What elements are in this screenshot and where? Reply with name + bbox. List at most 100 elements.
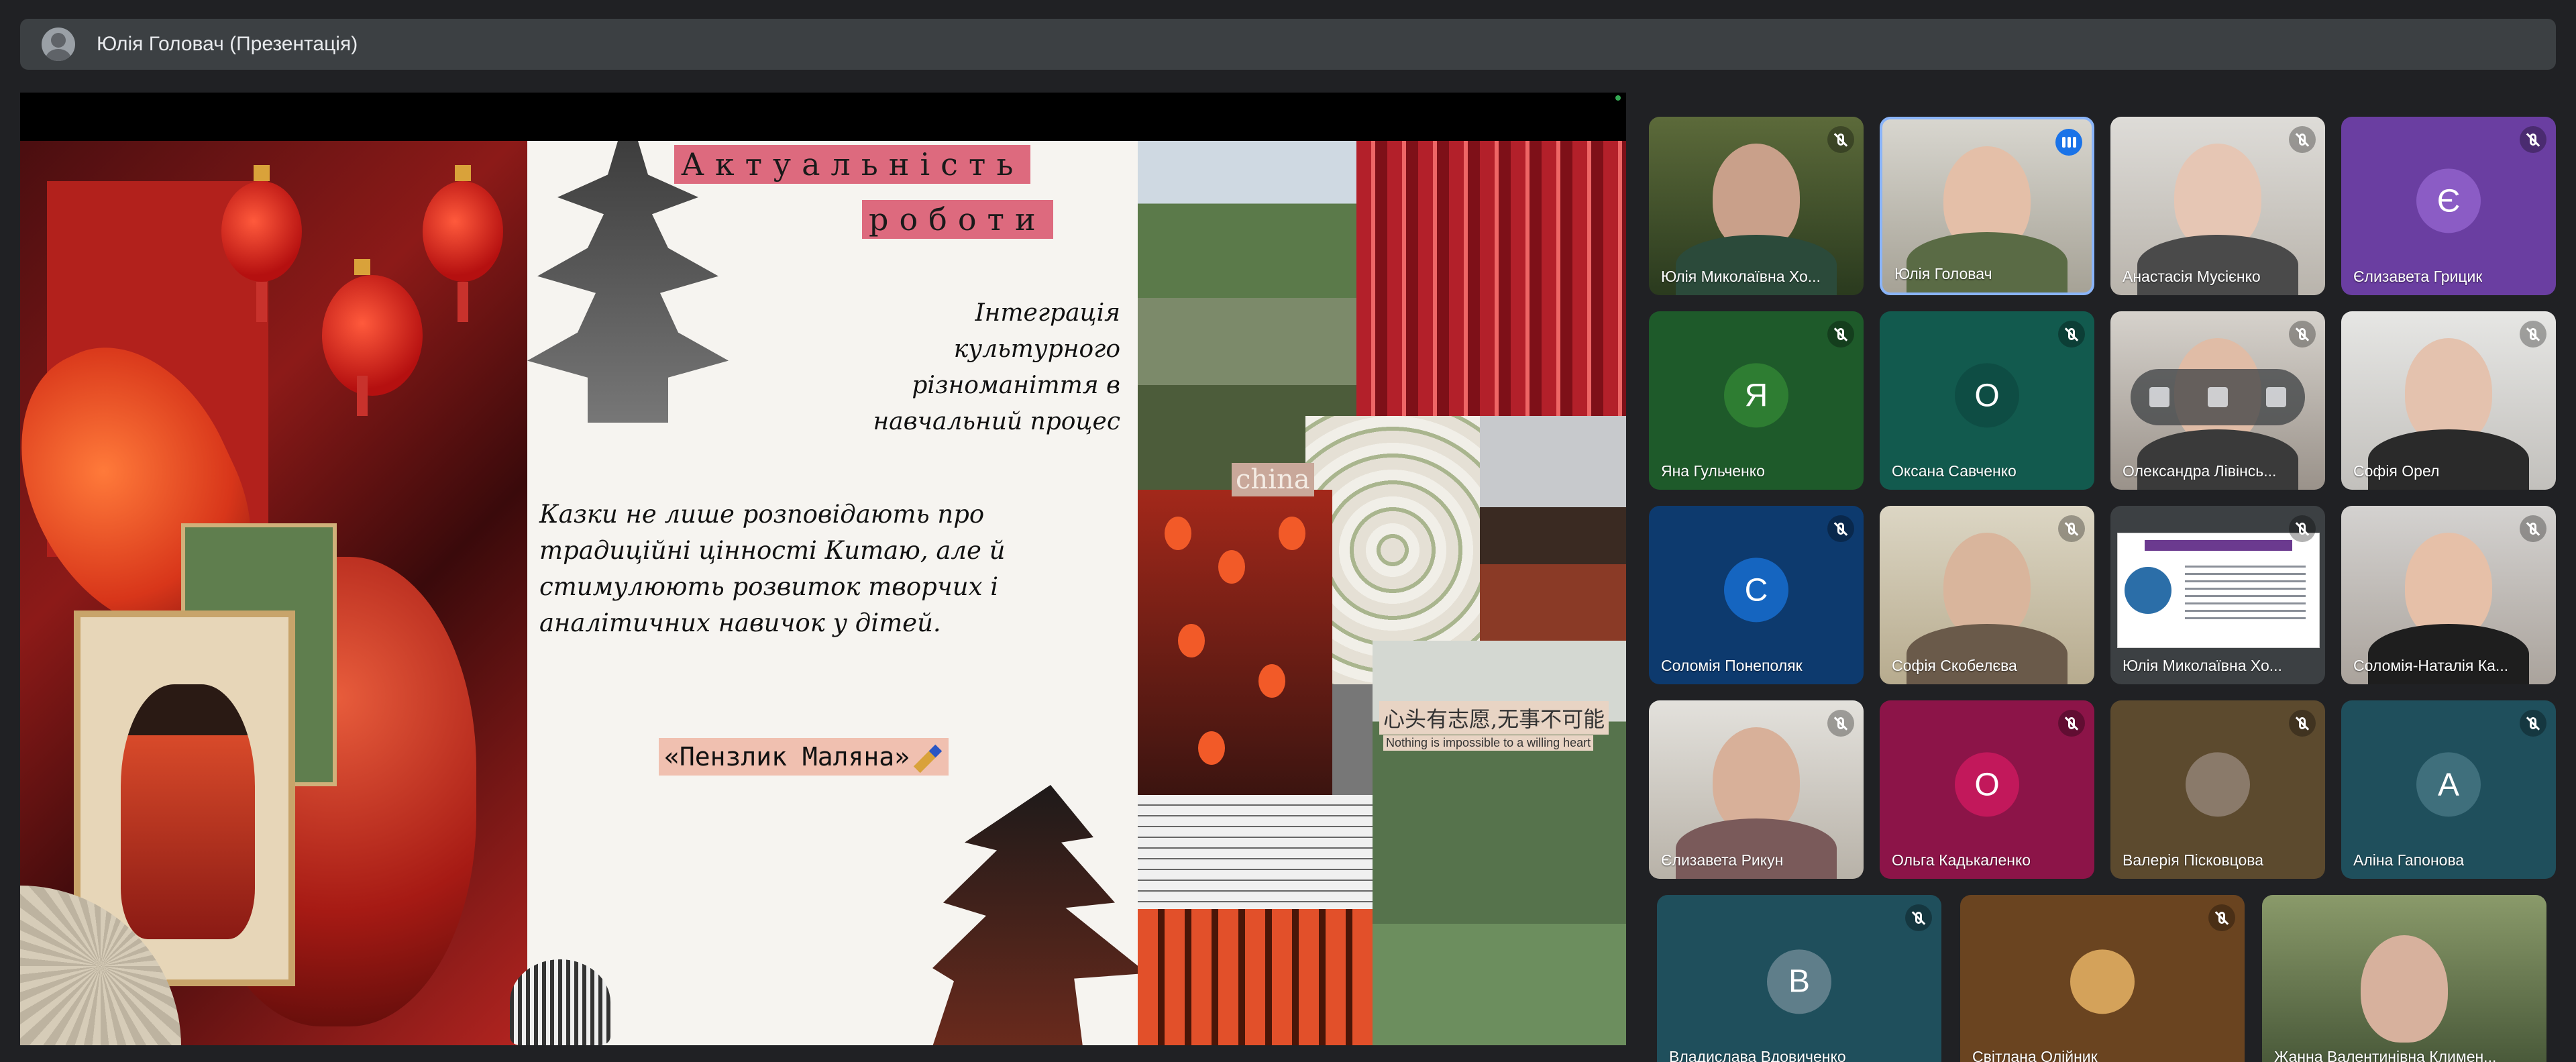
prayer-tags-image (1356, 141, 1626, 416)
participant-name: Юлія Миколаївна Хо... (2123, 657, 2282, 674)
mic-off-icon (2520, 126, 2546, 153)
participant-name: Світлана Олійник (1972, 1048, 2098, 1062)
presentation-slide: Актуальність роботи Інтеграція культурно… (20, 141, 1626, 1045)
temple-roof-image (1480, 416, 1626, 644)
mic-off-icon (2058, 515, 2085, 542)
participant-name: Софія Орел (2353, 462, 2440, 480)
participant-tile[interactable]: О Оксана Савченко (1880, 311, 2094, 490)
participant-avatar: В (1767, 949, 1831, 1014)
participant-body (1907, 232, 2068, 293)
tile-hover-controls[interactable] (2131, 369, 2305, 425)
participant-avatar: Я (1724, 363, 1788, 428)
project-name-label: «Пензлик Маляна» (659, 738, 949, 776)
more-options-icon[interactable] (2265, 387, 2286, 407)
mic-off-icon (2520, 515, 2546, 542)
torii-gates-image (1138, 909, 1373, 1045)
participant-tile[interactable]: Єлизавета Рикун (1649, 700, 1864, 879)
participant-body (2368, 624, 2529, 684)
participant-tile[interactable]: С Соломія Понеполяк (1649, 506, 1864, 684)
presentation-stage[interactable]: Актуальність роботи Інтеграція культурно… (20, 93, 1626, 1045)
participant-tile[interactable]: Я Яна Гульченко (1649, 311, 1864, 490)
pin-icon[interactable] (2149, 387, 2170, 407)
participant-tile-active-speaker[interactable]: Юлія Головач (1880, 117, 2094, 295)
slide-subtitle: Інтеграція культурного різноманіття в на… (873, 299, 1120, 435)
participant-tile[interactable]: Анастасія Мусієнко (2110, 117, 2325, 295)
pagoda-roof-image (932, 785, 1147, 1045)
project-name-text: «Пензлик Маляна» (664, 742, 910, 772)
calligraphy-book-image (1138, 795, 1373, 909)
mic-off-icon (2208, 904, 2235, 931)
participant-name: Владислава Вдовиченко (1669, 1048, 1846, 1062)
lantern-image (322, 259, 423, 416)
participant-tile[interactable]: Валерія Пісковцова (2110, 700, 2325, 879)
mic-off-icon (1827, 515, 1854, 542)
mic-off-icon (2289, 126, 2316, 153)
participant-tile[interactable]: Соломія-Наталія Ка... (2341, 506, 2556, 684)
participant-tile[interactable]: Олександра Лівінсь... (2110, 311, 2325, 490)
participant-tile[interactable]: О Ольга Кадькаленко (1880, 700, 2094, 879)
mic-off-icon (1827, 710, 1854, 737)
participant-tile[interactable]: Софія Скобелєва (1880, 506, 2094, 684)
participant-avatar: А (2416, 752, 2481, 817)
participant-name: Юлія Головач (1894, 265, 1992, 282)
participant-name: Єлизавета Грицик (2353, 268, 2483, 285)
right-collage-image: china 心头有志愿,无事不可能 Nothing is impossible … (1138, 141, 1626, 1045)
speaking-indicator-icon (2055, 129, 2082, 156)
participant-name: Анастасія Мусієнко (2123, 268, 2261, 285)
participant-name: Юлія Миколаївна Хо... (1661, 268, 1821, 285)
participant-name: Соломія-Наталія Ка... (2353, 657, 2509, 674)
participant-name: Олександра Лівінсь... (2123, 462, 2277, 480)
participant-body (1676, 235, 1837, 295)
mute-icon[interactable] (2207, 387, 2228, 407)
participant-video (2361, 935, 2448, 1043)
participant-body (2137, 235, 2298, 295)
participant-avatar: О (1955, 363, 2019, 428)
mic-off-icon (1827, 126, 1854, 153)
english-proverb: Nothing is impossible to a willing heart (1383, 735, 1594, 751)
slide-title-line2: роботи (862, 200, 1053, 239)
participant-tile[interactable]: Юлія Миколаївна Хо... (1649, 117, 1864, 295)
participant-body (2137, 429, 2298, 490)
participant-tile[interactable]: Юлія Миколаївна Хо... (2110, 506, 2325, 684)
mic-off-icon (2289, 515, 2316, 542)
participant-tile[interactable]: Софія Орел (2341, 311, 2556, 490)
participant-tile[interactable]: А Аліна Гапонова (2341, 700, 2556, 879)
lantern-street-image (1138, 490, 1332, 798)
participant-name: Аліна Гапонова (2353, 851, 2465, 869)
mic-off-icon (2058, 710, 2085, 737)
participant-name: Соломія Понеполяк (1661, 657, 1803, 674)
presenter-avatar (42, 28, 75, 61)
participant-tile[interactable]: В Владислава Вдовиченко (1657, 895, 1941, 1062)
participant-tile[interactable]: Жанна Валентинівна Климен... (2262, 895, 2546, 1062)
participant-name: Жанна Валентинівна Климен... (2274, 1048, 2497, 1062)
participant-body (1907, 624, 2068, 684)
participant-photo (2070, 949, 2135, 1014)
chinese-proverb: 心头有志愿,无事不可能 (1379, 701, 1609, 735)
presenter-title: Юлія Головач (Презентація) (97, 33, 358, 55)
paintbrush-icon (913, 744, 943, 773)
participant-name: Яна Гульченко (1661, 462, 1765, 480)
mic-off-icon (1827, 321, 1854, 348)
participant-tile[interactable]: Є Єлизавета Грицик (2341, 117, 2556, 295)
mic-off-icon (2520, 321, 2546, 348)
presentation-header: Юлія Головач (Презентація) (20, 19, 2556, 70)
lantern-image (423, 165, 503, 322)
participant-name: Софія Скобелєва (1892, 657, 2017, 674)
participant-name: Оксана Савченко (1892, 462, 2017, 480)
participant-body (1676, 818, 1837, 879)
shared-screen-thumbnail (2117, 533, 2320, 648)
china-label: china (1232, 463, 1314, 496)
participant-name: Ольга Кадькаленко (1892, 851, 2031, 869)
mic-off-icon (2289, 321, 2316, 348)
participant-avatar: О (1955, 752, 2019, 817)
mic-off-icon (2058, 321, 2085, 348)
slide-body-text: Казки не лише розповідають про традиційн… (539, 500, 1006, 637)
participant-avatar: Є (2416, 168, 2481, 233)
participant-avatar: С (1724, 557, 1788, 623)
left-collage-image (20, 141, 527, 1045)
mic-off-icon (1905, 904, 1932, 931)
participant-name: Валерія Пісковцова (2123, 851, 2264, 869)
participant-photo (2186, 752, 2250, 817)
slide-title-line1: Актуальність (674, 145, 1031, 184)
participant-tile[interactable]: Світлана Олійник (1960, 895, 2245, 1062)
